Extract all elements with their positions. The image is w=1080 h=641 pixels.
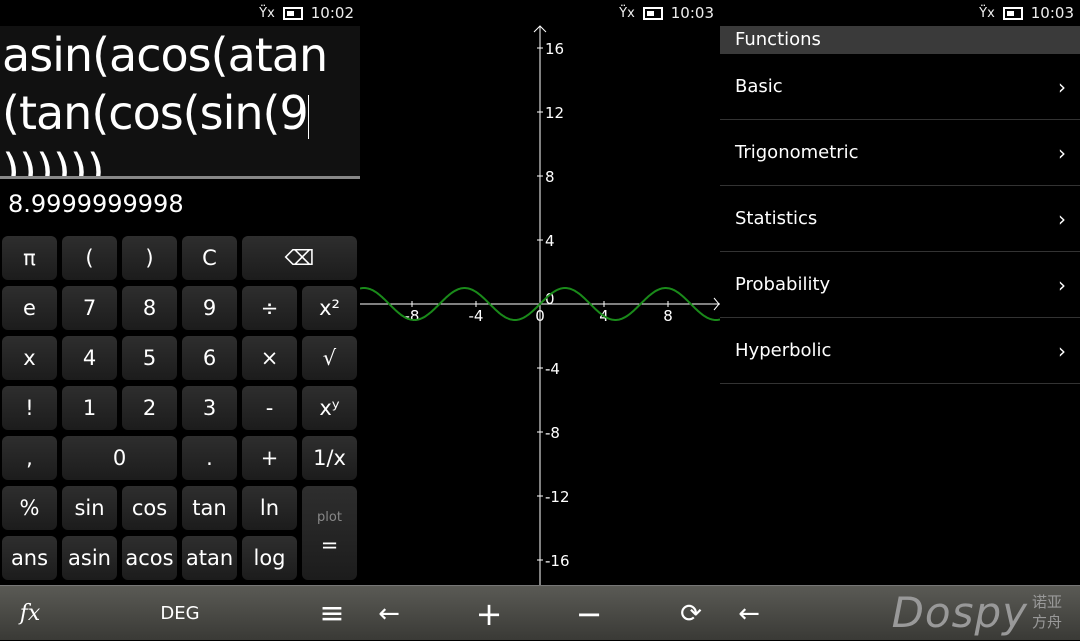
function-category-statistics[interactable]: Statistics ›: [720, 186, 1080, 252]
x-tick-label: 0: [535, 307, 545, 325]
functions-panel: Ÿx 10:03 Functions Basic › Trigonometric › S…: [720, 0, 1080, 585]
key-1-3[interactable]: 9: [182, 286, 237, 330]
zoom-in-button[interactable]: +: [472, 586, 506, 641]
category-label: Hyperbolic: [735, 340, 832, 361]
y-tick-label: 16: [545, 40, 564, 58]
key-2-1[interactable]: 4: [62, 336, 117, 380]
key-6-3[interactable]: atan: [182, 536, 237, 580]
x-tick-label: -4: [469, 307, 484, 325]
key-0-1[interactable]: (: [62, 236, 117, 280]
key-3-2[interactable]: 2: [122, 386, 177, 430]
key-5-1[interactable]: sin: [62, 486, 117, 530]
key-1-2[interactable]: 8: [122, 286, 177, 330]
key-1-4[interactable]: ÷: [242, 286, 297, 330]
no-signal-icon: Ÿx: [979, 5, 995, 21]
key-0-2[interactable]: ): [122, 236, 177, 280]
category-label: Basic: [735, 76, 783, 97]
plot-label: plot: [317, 509, 342, 525]
key-6-0[interactable]: ans: [2, 536, 57, 580]
y-tick-label: 4: [545, 232, 555, 250]
status-bar: Ÿx 10:02: [154, 0, 354, 26]
key-4-4[interactable]: +: [242, 436, 297, 480]
result-display: 8.9999999998: [8, 190, 184, 218]
key-1-1[interactable]: 7: [62, 286, 117, 330]
key-0-4[interactable]: ⌫: [242, 236, 357, 280]
divider: [0, 176, 360, 179]
text-cursor: [307, 94, 309, 139]
clock: 10:03: [1030, 4, 1074, 22]
y-tick-label: -4: [545, 360, 560, 378]
key-6-2[interactable]: acos: [122, 536, 177, 580]
x-tick-label: -8: [405, 307, 420, 325]
key-3-3[interactable]: 3: [182, 386, 237, 430]
key-2-0[interactable]: x: [2, 336, 57, 380]
expression-tail: )))))): [2, 144, 105, 176]
calculator-panel: Ÿx 10:02 asin(acos(atan(tan(cos(sin(9)))…: [0, 0, 360, 585]
key-5-4[interactable]: ln: [242, 486, 297, 530]
x-tick-label: 8: [663, 307, 673, 325]
function-category-hyperbolic[interactable]: Hyperbolic ›: [720, 318, 1080, 384]
key-4-1[interactable]: 0: [62, 436, 177, 480]
zoom-out-button[interactable]: −: [572, 586, 606, 641]
chevron-right-icon: ›: [1058, 272, 1066, 297]
key-6-1[interactable]: asin: [62, 536, 117, 580]
category-label: Statistics: [735, 208, 818, 229]
key-2-4[interactable]: ×: [242, 336, 297, 380]
key-0-3[interactable]: C: [182, 236, 237, 280]
no-signal-icon: Ÿx: [259, 5, 275, 21]
chevron-right-icon: ›: [1058, 74, 1066, 99]
battery-icon: [282, 6, 303, 20]
back-arrow-icon[interactable]: ←: [372, 586, 406, 641]
key-3-4[interactable]: -: [242, 386, 297, 430]
key-3-0[interactable]: !: [2, 386, 57, 430]
function-category-trigonometric[interactable]: Trigonometric ›: [720, 120, 1080, 186]
menu-icon[interactable]: ≡: [315, 586, 349, 641]
key-5-0[interactable]: %: [2, 486, 57, 530]
chevron-right-icon: ›: [1058, 338, 1066, 363]
chevron-right-icon: ›: [1058, 140, 1066, 165]
key-3-5[interactable]: xʸ: [302, 386, 357, 430]
y-tick-label: -12: [545, 488, 570, 506]
watermark-logo-cn: 诺亚方舟: [1032, 593, 1063, 631]
function-category-basic[interactable]: Basic ›: [720, 54, 1080, 120]
watermark-logo: Dospy: [891, 588, 1028, 637]
key-0-0[interactable]: π: [2, 236, 57, 280]
category-label: Trigonometric: [735, 142, 859, 163]
expression-input[interactable]: asin(acos(atan(tan(cos(sin(9)))))): [0, 26, 360, 176]
reset-icon[interactable]: ⟳: [674, 586, 708, 641]
angle-mode-button[interactable]: DEG: [150, 586, 210, 641]
key-3-1[interactable]: 1: [62, 386, 117, 430]
back-arrow-icon[interactable]: ←: [732, 586, 766, 641]
y-tick-label: 12: [545, 104, 564, 122]
functions-header: Functions: [720, 26, 1080, 54]
key-4-5[interactable]: 1/x: [302, 436, 357, 480]
category-label: Probability: [735, 274, 831, 295]
clock: 10:02: [310, 4, 354, 22]
y-tick-label: -16: [545, 552, 570, 570]
key-2-2[interactable]: 5: [122, 336, 177, 380]
key-5-2[interactable]: cos: [122, 486, 177, 530]
equals-label: =: [320, 532, 339, 557]
fx-button[interactable]: fx: [10, 586, 50, 641]
key-6-4[interactable]: log: [242, 536, 297, 580]
status-bar: Ÿx 10:03: [874, 0, 1074, 26]
toolbar: fx DEG ≡ ← + − ⟳ ← Dospy 诺亚方舟: [0, 585, 1080, 640]
key-4-0[interactable]: ,: [2, 436, 57, 480]
y-tick-label: -8: [545, 424, 560, 442]
graph-panel[interactable]: Ÿx 10:03 -8 -4 0 4 8 16 12 8 4 0 -4 -8 -12 -16: [360, 0, 720, 585]
function-graph[interactable]: -8 -4 0 4 81612840-4-8-12-16: [360, 0, 720, 585]
y-tick-label: 8: [545, 168, 555, 186]
key-1-0[interactable]: e: [2, 286, 57, 330]
function-category-probability[interactable]: Probability ›: [720, 252, 1080, 318]
key-2-3[interactable]: 6: [182, 336, 237, 380]
key-4-3[interactable]: .: [182, 436, 237, 480]
equals-button[interactable]: plot =: [302, 486, 357, 580]
key-5-3[interactable]: tan: [182, 486, 237, 530]
battery-icon: [1002, 6, 1023, 20]
key-2-5[interactable]: √: [302, 336, 357, 380]
key-1-5[interactable]: x²: [302, 286, 357, 330]
expression-text: asin(acos(atan(tan(cos(sin(9: [2, 28, 328, 140]
chevron-right-icon: ›: [1058, 206, 1066, 231]
